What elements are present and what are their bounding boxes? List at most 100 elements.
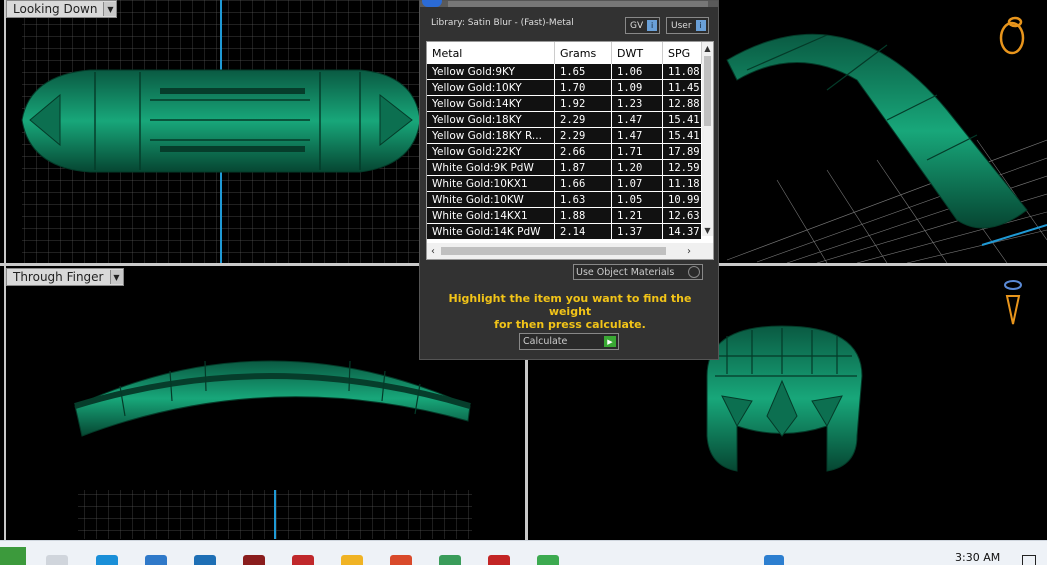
column-header-metal[interactable]: Metal <box>427 42 555 64</box>
horizontal-scrollbar[interactable]: ‹ › <box>427 243 713 259</box>
scroll-thumb[interactable] <box>441 247 666 255</box>
cell-metal: White Gold:14K PdW <box>427 224 555 239</box>
cell-spg: 14.37 <box>663 224 702 239</box>
table-row[interactable]: Yellow Gold:14KY 1.92 1.23 12.88 <box>427 96 702 112</box>
column-header-grams[interactable]: Grams <box>555 42 612 64</box>
calculate-label: Calculate <box>523 336 568 347</box>
cell-metal: Yellow Gold:10KY <box>427 80 555 95</box>
vertical-scrollbar[interactable]: ▲ ▼ <box>702 42 713 236</box>
gv-toggle-label: GV <box>630 20 644 31</box>
metal-weight-dialog: Library: Satin Blur - (Fast)-Metal GV i … <box>419 0 719 360</box>
library-label: Library: Satin Blur - (Fast)-Metal <box>431 18 574 28</box>
taskbar: 3:30 AM <box>0 540 1047 565</box>
instruction-line-2: for then press calculate. <box>494 318 646 331</box>
cell-metal: Yellow Gold:9KY <box>427 64 555 79</box>
cell-grams: 2.29 <box>555 128 612 143</box>
cell-spg: 10.99 <box>663 192 702 207</box>
viewport-label-text: Looking Down <box>13 2 98 16</box>
cell-spg: 11.45 <box>663 80 702 95</box>
cell-dwt: 1.47 <box>612 128 663 143</box>
chevron-down-icon[interactable]: ▼ <box>103 2 117 16</box>
taskbar-clock[interactable]: 3:30 AM <box>955 551 1000 564</box>
viewport-label-looking-down[interactable]: Looking Down ▼ <box>6 0 118 18</box>
cell-grams: 1.87 <box>555 160 612 175</box>
cell-dwt: 1.20 <box>612 160 663 175</box>
cell-metal: Yellow Gold:14KY <box>427 96 555 111</box>
cell-spg: 17.89 <box>663 144 702 159</box>
cell-dwt: 1.21 <box>612 208 663 223</box>
viewport-label-text: Through Finger <box>13 270 104 284</box>
cell-grams: 1.66 <box>555 176 612 191</box>
cell-grams: 2.14 <box>555 224 612 239</box>
cell-metal: Yellow Gold:22KY <box>427 144 555 159</box>
instruction-text: Highlight the item you want to find the … <box>430 292 710 331</box>
ring-upright-icon <box>1004 280 1022 325</box>
cell-grams: 1.70 <box>555 80 612 95</box>
cell-dwt: 1.09 <box>612 80 663 95</box>
info-icon: i <box>647 20 658 31</box>
cell-dwt: 1.05 <box>612 192 663 207</box>
viewport-label-through-finger[interactable]: Through Finger ▼ <box>6 268 124 286</box>
table-row[interactable]: White Gold:10KX1 1.66 1.07 11.18 <box>427 176 702 192</box>
user-toggle[interactable]: User i <box>666 17 709 34</box>
cell-spg: 12.88 <box>663 96 702 111</box>
radio-icon[interactable] <box>688 266 700 278</box>
chevron-down-icon[interactable]: ▼ <box>109 270 123 284</box>
table-row[interactable]: Yellow Gold:18KY 2.29 1.47 15.41 <box>427 112 702 128</box>
gv-toggle[interactable]: GV i <box>625 17 661 34</box>
info-icon: i <box>695 20 706 31</box>
cell-spg: 11.18 <box>663 176 702 191</box>
scroll-right-arrow-icon[interactable]: › <box>683 243 695 259</box>
cell-metal: White Gold:14KX1 <box>427 208 555 223</box>
cell-dwt: 1.07 <box>612 176 663 191</box>
dialog-titlebar[interactable] <box>420 0 718 7</box>
user-toggle-label: User <box>671 20 692 31</box>
metal-weight-table[interactable]: Metal Grams DWT SPG Yellow Gold:9KY 1.65 1… <box>426 41 714 260</box>
cell-grams: 1.63 <box>555 192 612 207</box>
cell-grams: 1.92 <box>555 96 612 111</box>
ring-orientation-icon <box>999 16 1025 55</box>
instruction-line-1: Highlight the item you want to find the … <box>448 292 692 318</box>
cell-grams: 1.88 <box>555 208 612 223</box>
cell-grams: 2.29 <box>555 112 612 127</box>
table-row[interactable]: Yellow Gold:10KY 1.70 1.09 11.45 <box>427 80 702 96</box>
cell-grams: 2.66 <box>555 144 612 159</box>
start-palm-icon[interactable] <box>0 547 26 565</box>
titlebar-tab[interactable] <box>448 1 708 7</box>
table-row[interactable]: White Gold:14KX1 1.88 1.21 12.63 <box>427 208 702 224</box>
app-logo-icon <box>422 0 442 7</box>
cell-spg: 12.59 <box>663 160 702 175</box>
scroll-thumb[interactable] <box>704 56 711 126</box>
cell-spg: 15.41 <box>663 128 702 143</box>
scroll-down-arrow-icon[interactable]: ▼ <box>702 224 713 236</box>
play-icon: ▶ <box>604 336 616 347</box>
table-row[interactable]: White Gold:10KW 1.63 1.05 10.99 <box>427 192 702 208</box>
table-row[interactable]: Yellow Gold:9KY 1.65 1.06 11.08 <box>427 64 702 80</box>
cell-metal: White Gold:9K PdW <box>427 160 555 175</box>
use-object-materials-label: Use Object Materials <box>576 266 675 278</box>
cell-metal: White Gold:10KW <box>427 192 555 207</box>
cell-spg: 12.63 <box>663 208 702 223</box>
cell-dwt: 1.23 <box>612 96 663 111</box>
cell-metal: Yellow Gold:18KY R... <box>427 128 555 143</box>
column-header-dwt[interactable]: DWT <box>612 42 663 64</box>
cell-metal: White Gold:10KX1 <box>427 176 555 191</box>
cell-dwt: 1.37 <box>612 224 663 239</box>
table-row[interactable]: White Gold:9K PdW 1.87 1.20 12.59 <box>427 160 702 176</box>
cell-spg: 11.08 <box>663 64 702 79</box>
cell-spg: 15.41 <box>663 112 702 127</box>
cell-dwt: 1.47 <box>612 112 663 127</box>
table-body: Yellow Gold:9KY 1.65 1.06 11.08 Yellow Gold:… <box>427 64 702 240</box>
use-object-materials-toggle[interactable]: Use Object Materials <box>573 264 703 280</box>
cell-dwt: 1.06 <box>612 64 663 79</box>
table-row[interactable]: White Gold:14K PdW 2.14 1.37 14.37 <box>427 224 702 240</box>
scroll-left-arrow-icon[interactable]: ‹ <box>427 243 439 259</box>
table-row[interactable]: Yellow Gold:22KY 2.66 1.71 17.89 <box>427 144 702 160</box>
table-row[interactable]: Yellow Gold:18KY R... 2.29 1.47 15.41 <box>427 128 702 144</box>
cell-grams: 1.65 <box>555 64 612 79</box>
calculate-button[interactable]: Calculate ▶ <box>519 333 619 350</box>
table-header: Metal Grams DWT SPG <box>427 42 702 65</box>
scroll-up-arrow-icon[interactable]: ▲ <box>702 42 713 54</box>
column-header-spg[interactable]: SPG <box>663 42 702 64</box>
cell-metal: Yellow Gold:18KY <box>427 112 555 127</box>
